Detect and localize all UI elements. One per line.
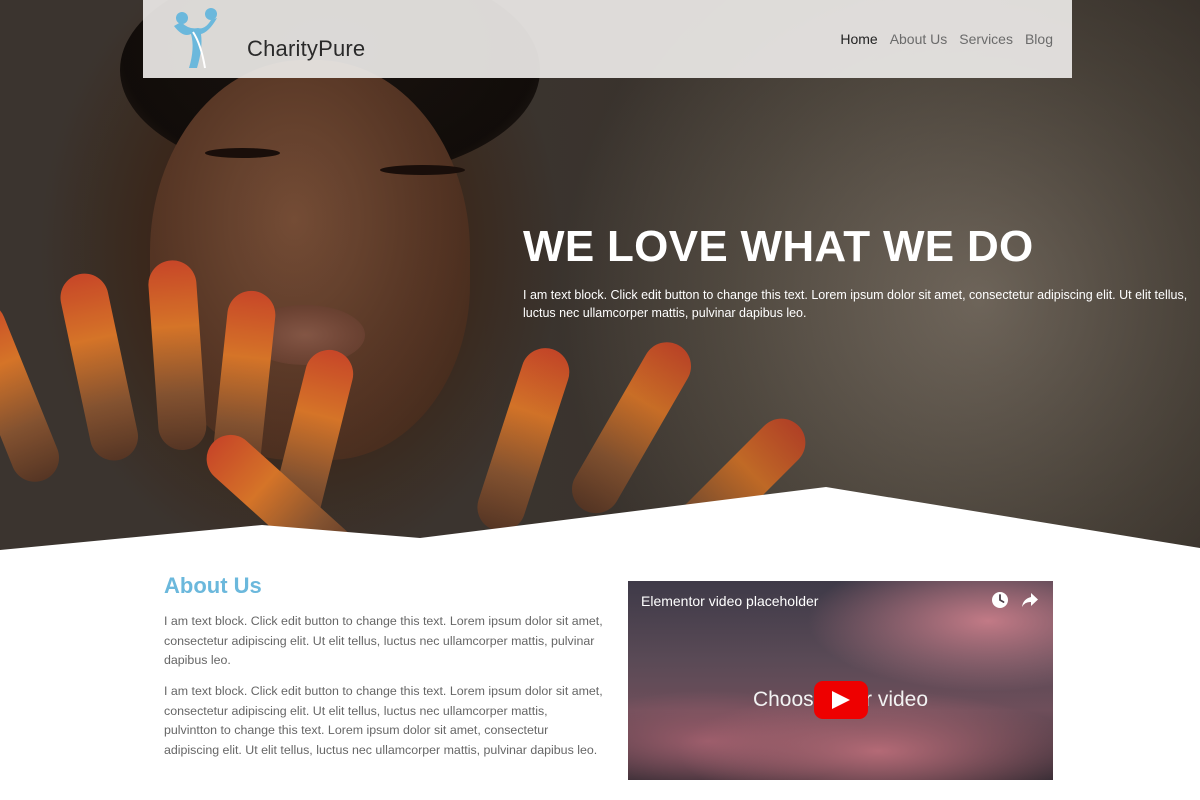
about-title: About Us: [164, 573, 262, 598]
about-paragraph-2: I am text block. Click edit button to ch…: [164, 684, 603, 757]
hero-background-image: [0, 0, 1200, 560]
two-people-icon: [174, 8, 217, 69]
play-button[interactable]: [814, 681, 868, 719]
hero-title: WE LOVE WHAT WE DO: [523, 222, 1034, 271]
about-paragraph-1: I am text block. Click edit button to ch…: [164, 614, 603, 667]
share-arrow-icon[interactable]: [1021, 592, 1039, 608]
play-icon: [832, 691, 850, 709]
nav-item-about-us[interactable]: About Us: [890, 31, 948, 47]
nav-item-services[interactable]: Services: [959, 31, 1013, 47]
main-nav: Home About Us Services Blog: [840, 31, 1053, 47]
site-header: CharityPure Home About Us Services Blog: [143, 0, 1072, 78]
brand-name: CharityPure: [247, 36, 366, 61]
hero-bottom-shape-divider: [0, 487, 1200, 560]
nav-item-blog[interactable]: Blog: [1025, 31, 1053, 47]
video-actions: [991, 591, 1039, 609]
site-logo[interactable]: CharityPure: [171, 8, 371, 70]
video-title[interactable]: Elementor video placeholder: [641, 593, 818, 609]
video-player[interactable]: Elementor video placeholder Choose your …: [628, 581, 1053, 780]
hero-text: I am text block. Click edit button to ch…: [523, 288, 1188, 320]
clock-icon[interactable]: [991, 591, 1009, 609]
nav-item-home[interactable]: Home: [840, 31, 877, 47]
